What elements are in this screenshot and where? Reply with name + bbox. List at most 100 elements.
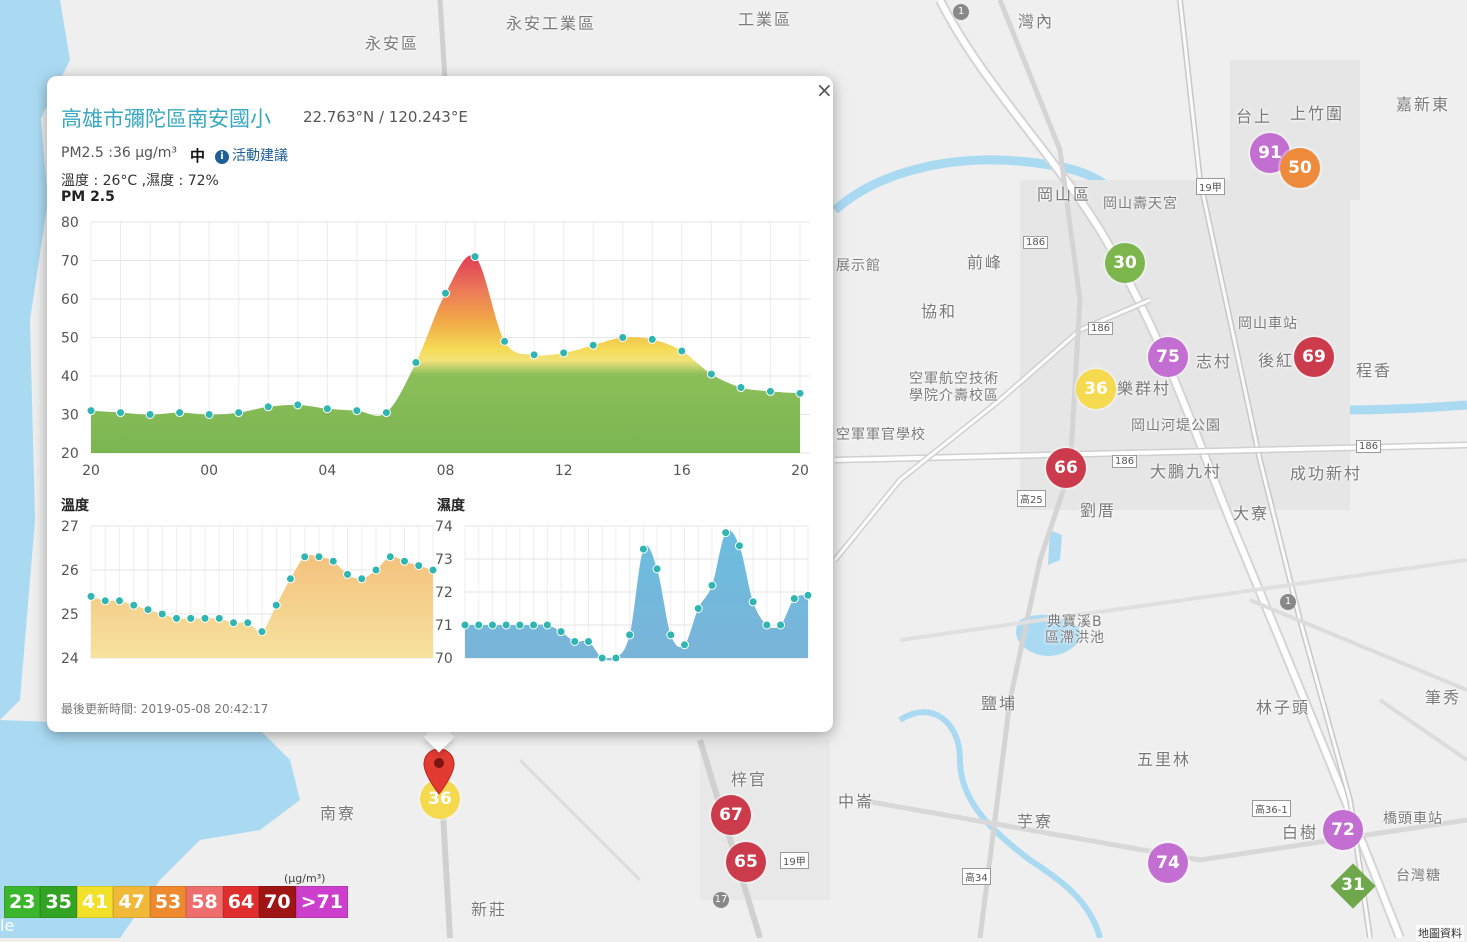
- data-point: [570, 637, 580, 646]
- activity-advice-link[interactable]: i 活動建議: [215, 145, 288, 165]
- data-point: [214, 613, 224, 623]
- legend-unit: (μg/m³): [284, 872, 326, 885]
- data-point: [186, 613, 196, 623]
- pm-point: [86, 406, 96, 416]
- legend-cell: >71: [295, 886, 348, 918]
- pm-x-tick: 00: [200, 463, 218, 479]
- pm-y-tick: 30: [61, 408, 79, 424]
- legend-cell: 58: [186, 886, 223, 918]
- pm-y-tick: 50: [61, 331, 79, 347]
- map-pin-icon[interactable]: [423, 748, 455, 796]
- data-point: [734, 541, 744, 551]
- data-point: [776, 620, 786, 630]
- place-label: 筆秀: [1425, 688, 1462, 707]
- data-point: [271, 600, 281, 610]
- pm-point: [145, 410, 155, 419]
- place-label: 大寮: [1233, 504, 1270, 523]
- data-point: [803, 590, 813, 600]
- place-label: 永安區: [365, 34, 420, 53]
- station-marker[interactable]: 72: [1323, 810, 1363, 850]
- road-shield: 186: [1112, 455, 1138, 468]
- station-marker[interactable]: 74: [1148, 843, 1188, 883]
- pm-point: [765, 386, 775, 396]
- data-point: [515, 620, 525, 630]
- pm-level: 中: [190, 147, 206, 165]
- pm-point: [411, 358, 421, 368]
- y-tick: 24: [61, 651, 79, 667]
- hum-chart-title: 濕度: [437, 498, 465, 514]
- station-marker[interactable]: 69: [1294, 337, 1334, 377]
- pm-point: [736, 383, 746, 393]
- pm-x-tick: 12: [555, 463, 573, 479]
- station-marker[interactable]: 66: [1046, 448, 1086, 488]
- place-label: 新莊: [471, 900, 508, 919]
- legend-cell: 23: [4, 886, 41, 918]
- pm-point: [234, 408, 244, 418]
- road-shield: 186: [1356, 440, 1382, 453]
- y-tick: 25: [61, 607, 79, 623]
- place-label: 台上: [1236, 107, 1273, 126]
- y-tick: 26: [61, 563, 79, 579]
- pm-point: [618, 333, 628, 342]
- data-point: [474, 620, 484, 630]
- weather-reading: 溫度 : 26°C ,濕度 : 72%: [61, 173, 219, 189]
- data-point: [638, 544, 648, 554]
- station-marker[interactable]: 50: [1280, 148, 1320, 188]
- data-point: [286, 574, 295, 584]
- place-label: 五里林: [1137, 750, 1192, 769]
- diamond-marker-value[interactable]: 31: [1330, 875, 1376, 895]
- road-shield: 186: [1023, 236, 1049, 249]
- station-marker[interactable]: 65: [726, 842, 766, 882]
- close-icon[interactable]: ×: [816, 78, 833, 102]
- pm-chart-title: PM 2.5: [61, 189, 115, 205]
- pm-point: [559, 348, 569, 358]
- legend-cell: 53: [149, 886, 187, 918]
- data-point: [115, 596, 124, 606]
- station-marker[interactable]: 67: [711, 795, 751, 835]
- place-label: 成功新村: [1290, 464, 1363, 483]
- clipped-label: le: [0, 916, 15, 935]
- place-label: 後紅: [1258, 351, 1295, 370]
- place-label: 岡山區: [1037, 185, 1092, 204]
- advice-label: 活動建議: [232, 148, 288, 164]
- place-label: 志村: [1196, 352, 1233, 371]
- station-marker[interactable]: 36: [1076, 369, 1116, 409]
- map-attribution[interactable]: 地圖資料: [1416, 925, 1464, 941]
- y-tick: 73: [435, 552, 453, 568]
- data-point: [314, 552, 324, 562]
- pm-point: [706, 369, 716, 379]
- road-shield: 19甲: [780, 852, 809, 869]
- data-point: [243, 618, 253, 628]
- temp-chart: 24 25 26 27: [61, 519, 437, 667]
- pm-y-tick: 70: [61, 254, 79, 270]
- pm-point: [677, 346, 687, 356]
- data-point: [343, 569, 352, 579]
- data-point: [143, 605, 153, 615]
- pm-x-tick: 20: [791, 463, 809, 479]
- data-point: [400, 556, 409, 566]
- place-label: 大鵬九村: [1150, 462, 1223, 481]
- place-label: 白樹: [1282, 823, 1319, 842]
- data-point: [542, 620, 552, 630]
- place-label: 岡山壽天宮: [1103, 196, 1178, 212]
- data-point: [666, 630, 676, 640]
- legend-cell: 35: [40, 886, 77, 918]
- station-marker[interactable]: 30: [1105, 243, 1145, 283]
- data-point: [460, 620, 470, 630]
- data-point: [748, 597, 758, 607]
- place-label: 南寮: [320, 804, 357, 823]
- info-icon: i: [215, 150, 229, 164]
- legend-cell: 47: [113, 886, 150, 918]
- pm-point: [263, 402, 273, 412]
- data-point: [652, 564, 662, 574]
- place-label: 前峰: [967, 253, 1004, 272]
- highway-shield: 1: [953, 4, 969, 20]
- pm-point: [204, 410, 214, 419]
- station-marker[interactable]: 75: [1148, 337, 1188, 377]
- pm-x-tick: 20: [82, 463, 100, 479]
- last-updated: 最後更新時間: 2019-05-08 20:42:17: [61, 702, 269, 716]
- data-point: [200, 613, 210, 623]
- place-label: 程香: [1356, 361, 1393, 380]
- data-point: [625, 630, 635, 640]
- place-label: 展示館: [836, 258, 881, 274]
